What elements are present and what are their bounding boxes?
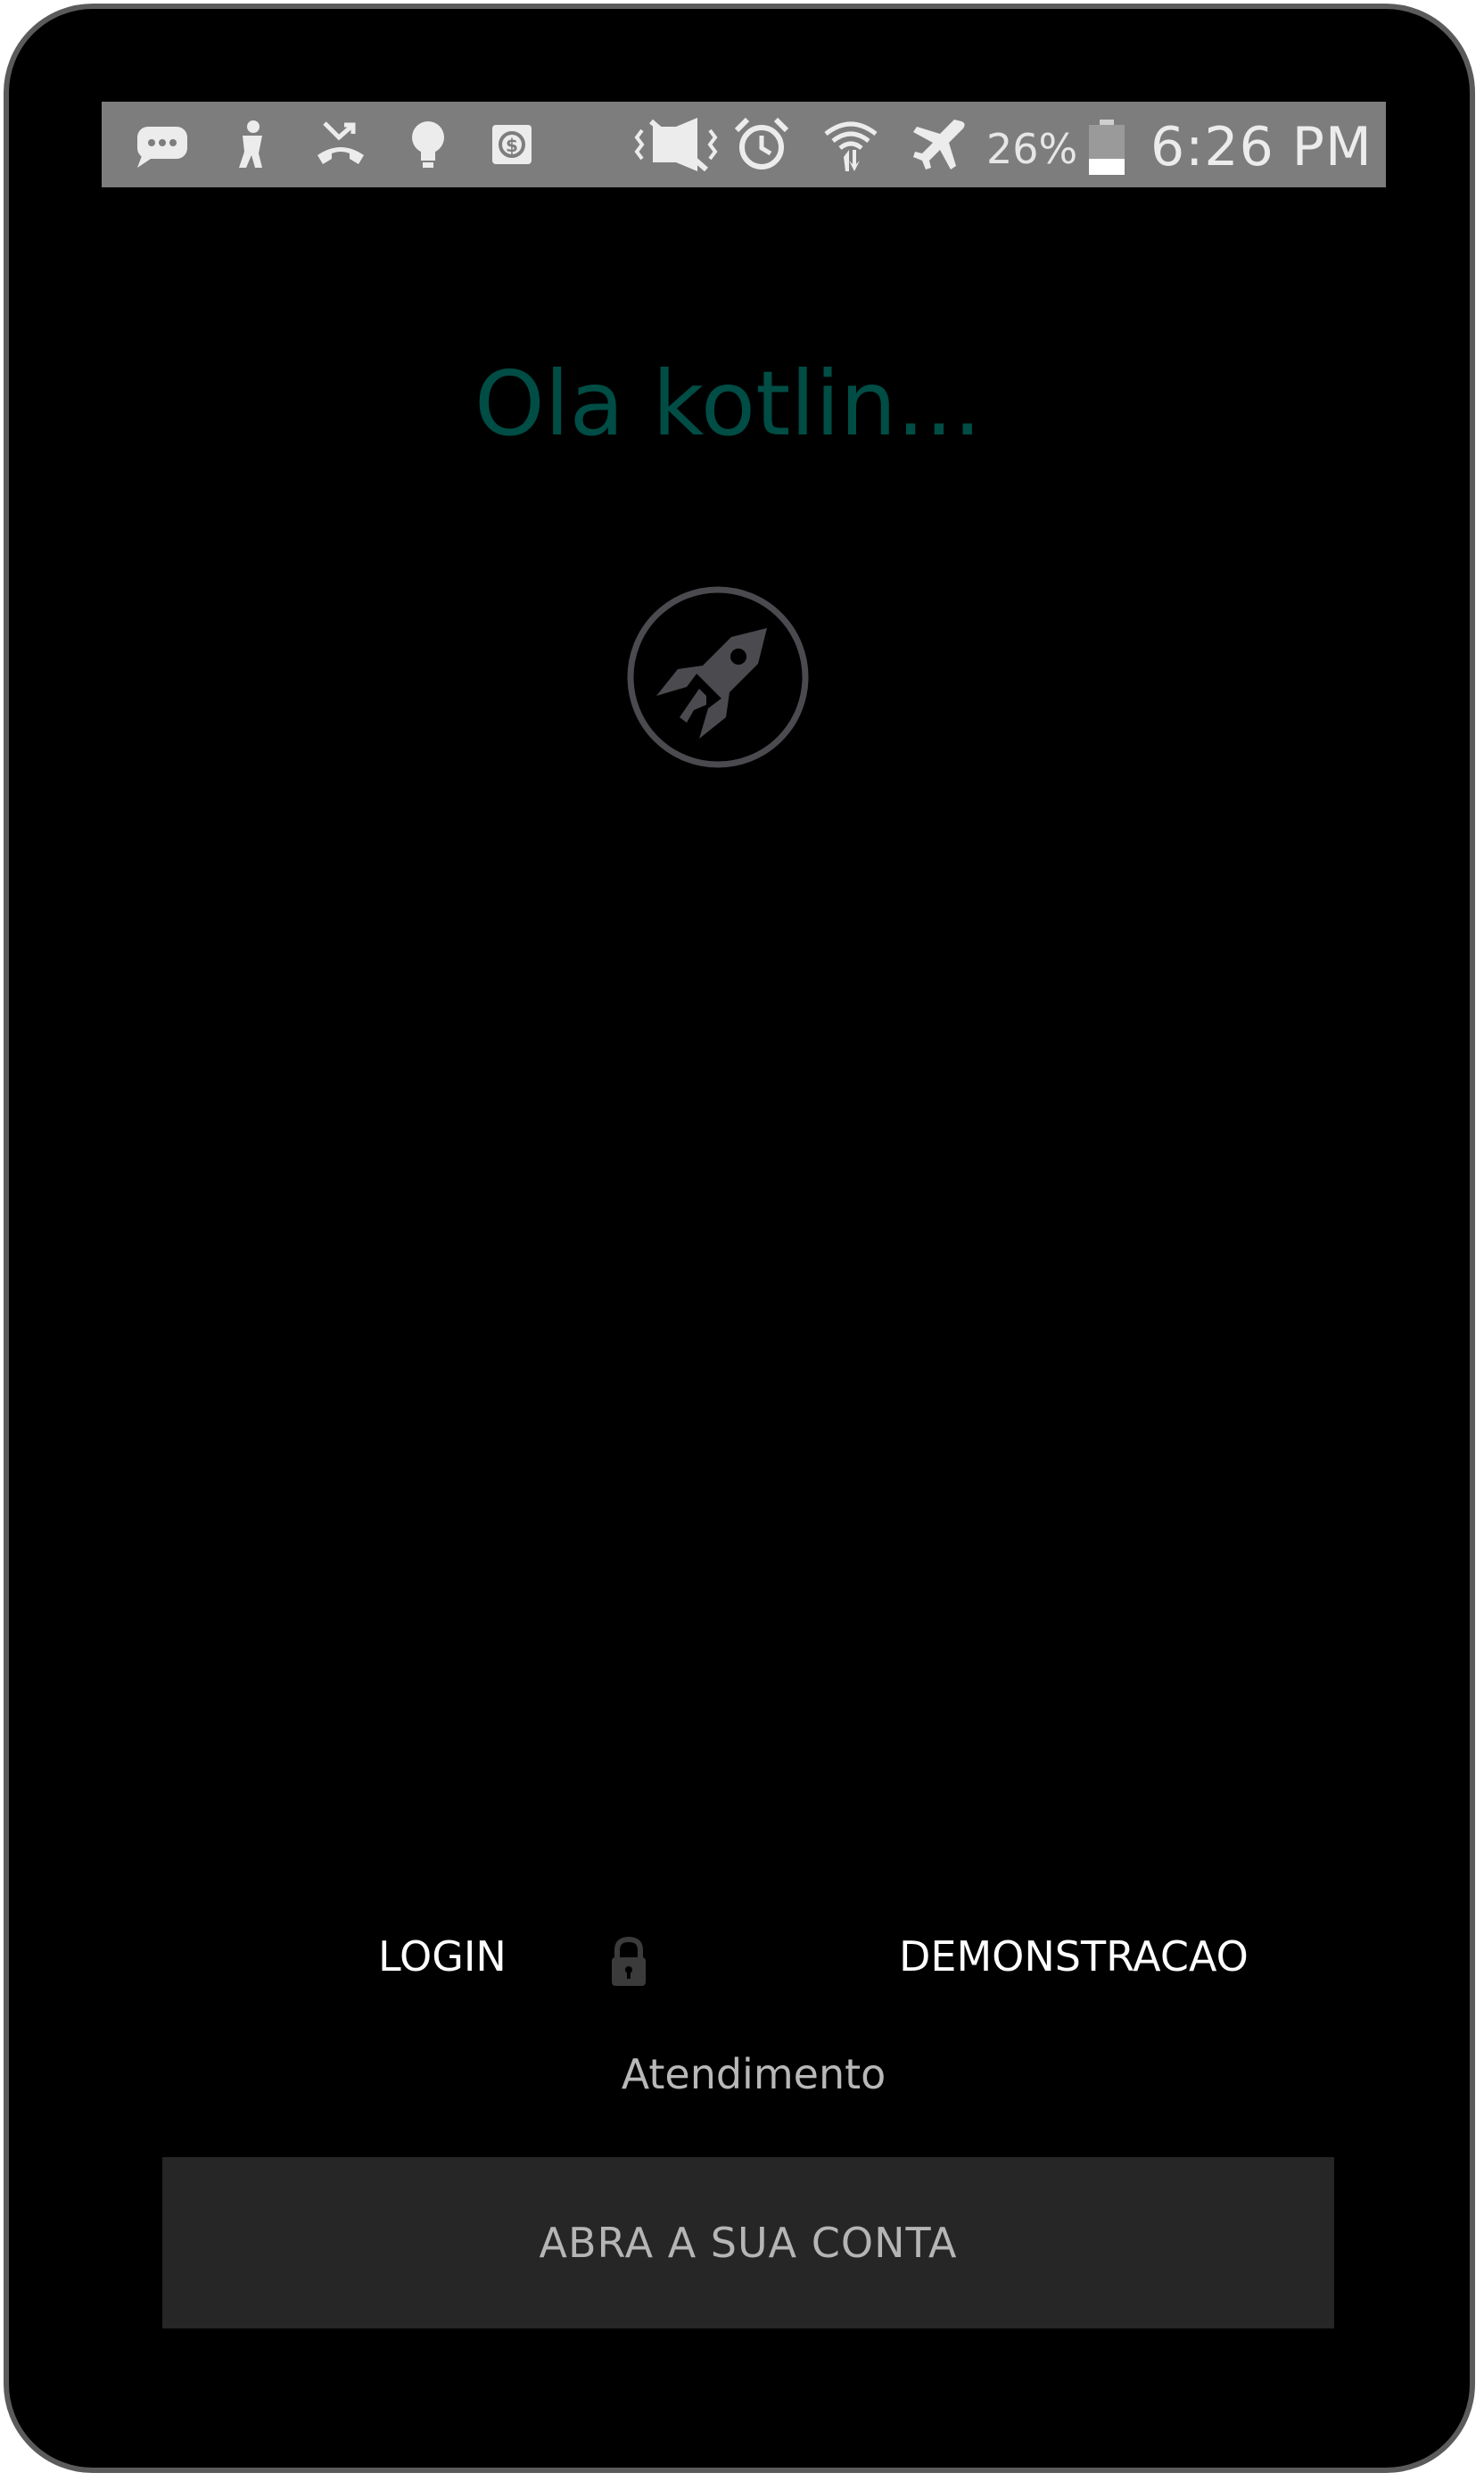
bulb-icon (400, 118, 457, 171)
support-link[interactable]: Atendimento (9, 2050, 1470, 2098)
status-time: 6:26 PM (1150, 116, 1373, 178)
app-title: Ola kotlin... (9, 351, 1470, 456)
rocket-icon (624, 583, 812, 771)
dollar-icon: $ (483, 118, 540, 171)
login-button[interactable]: LOGIN (378, 1932, 507, 1981)
lock-icon (608, 1936, 649, 1988)
airplane-icon (911, 118, 969, 171)
alarm-icon (733, 117, 790, 171)
missed-call-icon (312, 118, 369, 171)
person-icon (223, 118, 280, 171)
demo-button[interactable]: DEMONSTRACAO (899, 1932, 1249, 1981)
battery-percent: 26% (986, 125, 1078, 173)
phone-frame: $ 26% 6:26 PM Ola kotlin... LOGIN DEMONS… (4, 4, 1475, 2473)
messages-icon (134, 118, 191, 171)
battery-icon (1089, 120, 1125, 175)
status-bar: $ 26% 6:26 PM (102, 102, 1386, 187)
svg-text:$: $ (506, 135, 518, 156)
mute-icon (633, 118, 719, 172)
app-title-text: Ola kotlin... (474, 351, 982, 456)
wifi-icon (822, 118, 879, 171)
open-account-button[interactable]: ABRA A SUA CONTA (162, 2157, 1334, 2328)
